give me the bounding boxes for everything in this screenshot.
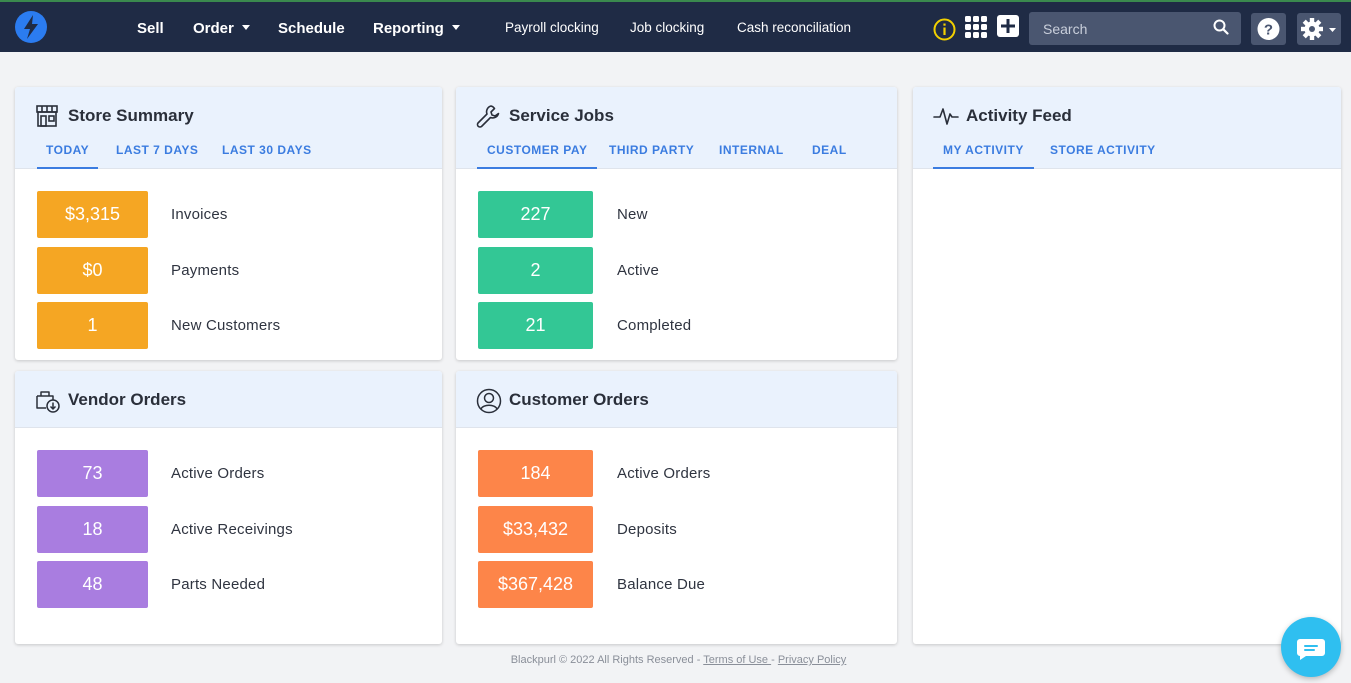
stat-label: Active Orders (617, 465, 711, 482)
stat-value: 2 (478, 247, 593, 294)
tab-deal[interactable]: DEAL (812, 143, 847, 169)
stat-value: 21 (478, 302, 593, 349)
help-icon: ? (1257, 18, 1280, 40)
stat-label: Active Orders (171, 465, 265, 482)
stat-label: New Customers (171, 317, 281, 334)
stat-value: 73 (37, 450, 148, 497)
info-icon[interactable] (933, 18, 956, 46)
store-summary-card: Store Summary TODAY LAST 7 DAYS LAST 30 … (15, 87, 442, 360)
help-button[interactable]: ? (1251, 13, 1286, 45)
stat-label: New (617, 206, 648, 223)
card-title: Activity Feed (966, 106, 1072, 125)
stat-value: 48 (37, 561, 148, 608)
apps-grid-icon[interactable] (965, 16, 987, 43)
search-icon[interactable] (1213, 19, 1229, 40)
tab-customer-pay[interactable]: CUSTOMER PAY (477, 143, 598, 169)
chevron-down-icon (241, 24, 250, 30)
card-header: Store Summary TODAY LAST 7 DAYS LAST 30 … (15, 87, 442, 169)
tab-third-party[interactable]: THIRD PARTY (609, 143, 694, 169)
tab-last-30-days[interactable]: LAST 30 DAYS (222, 143, 312, 169)
stat-value: 1 (37, 302, 148, 349)
footer-copyright: Blackpurl © 2022 All Rights Reserved - (510, 654, 704, 666)
nav-job-clocking[interactable]: Job clocking (630, 2, 704, 54)
nav-reporting[interactable]: Reporting (373, 2, 460, 54)
card-title: Customer Orders (509, 390, 649, 409)
tab-store-activity[interactable]: STORE ACTIVITY (1050, 143, 1156, 169)
stat-label: Payments (171, 262, 240, 279)
activity-feed-card: Activity Feed MY ACTIVITY STORE ACTIVITY (913, 87, 1341, 644)
search-box (1029, 12, 1241, 45)
card-header: Service Jobs CUSTOMER PAY THIRD PARTY IN… (456, 87, 897, 169)
chat-button[interactable] (1281, 617, 1341, 677)
vendor-order-icon (35, 388, 61, 419)
stat-value: $367,428 (478, 561, 593, 608)
nav-payroll-clocking[interactable]: Payroll clocking (505, 2, 599, 54)
stat-label: Balance Due (617, 576, 706, 593)
stat-label: Deposits (617, 521, 677, 538)
vendor-orders-card: Vendor Orders 73 Active Orders 18 Active… (15, 371, 442, 644)
footer-separator: - (771, 654, 778, 666)
gear-icon (1301, 18, 1336, 40)
svg-text:?: ? (1264, 22, 1273, 39)
tab-today[interactable]: TODAY (37, 143, 99, 169)
pulse-icon (933, 104, 959, 133)
card-title: Vendor Orders (68, 390, 187, 409)
stat-label: Active Receivings (171, 521, 293, 538)
card-title: Store Summary (68, 106, 194, 125)
customer-orders-card: Customer Orders 184 Active Orders $33,43… (456, 371, 897, 644)
tab-internal[interactable]: INTERNAL (719, 143, 784, 169)
card-header: Activity Feed MY ACTIVITY STORE ACTIVITY (913, 87, 1341, 169)
nav-order[interactable]: Order (193, 2, 250, 54)
storefront-icon (35, 104, 59, 133)
nav-cash-reconciliation[interactable]: Cash reconciliation (737, 2, 851, 54)
stat-value: 227 (478, 191, 593, 238)
wrench-icon (476, 104, 500, 135)
card-header: Vendor Orders (15, 371, 442, 428)
nav-sell[interactable]: Sell (137, 2, 164, 54)
stat-label: Completed (617, 317, 692, 334)
chevron-down-icon (451, 24, 460, 30)
stat-value: $3,315 (37, 191, 148, 238)
stat-value: 18 (37, 506, 148, 553)
footer: Blackpurl © 2022 All Rights Reserved - T… (0, 654, 1351, 666)
tab-last-7-days[interactable]: LAST 7 DAYS (116, 143, 198, 169)
service-jobs-card: Service Jobs CUSTOMER PAY THIRD PARTY IN… (456, 87, 897, 360)
card-header: Customer Orders (456, 371, 897, 428)
nav-schedule[interactable]: Schedule (278, 2, 345, 54)
privacy-policy-link[interactable]: Privacy Policy (778, 654, 846, 666)
stat-value: 184 (478, 450, 593, 497)
stat-label: Invoices (171, 206, 228, 223)
blackpurl-logo-icon[interactable] (15, 11, 47, 43)
top-navigation-bar: Sell Order Schedule Reporting Payroll cl… (0, 0, 1351, 52)
search-input[interactable] (1029, 12, 1209, 45)
stat-value: $33,432 (478, 506, 593, 553)
stat-label: Parts Needed (171, 576, 266, 593)
tab-my-activity[interactable]: MY ACTIVITY (933, 143, 1034, 169)
card-title: Service Jobs (509, 106, 614, 125)
stat-label: Active (617, 262, 660, 279)
terms-of-use-link[interactable]: Terms of Use (703, 654, 771, 666)
stat-value: $0 (37, 247, 148, 294)
user-circle-icon (476, 388, 502, 419)
settings-button[interactable] (1297, 13, 1341, 45)
add-icon[interactable] (997, 15, 1019, 42)
chat-bubble-icon (1297, 639, 1325, 660)
